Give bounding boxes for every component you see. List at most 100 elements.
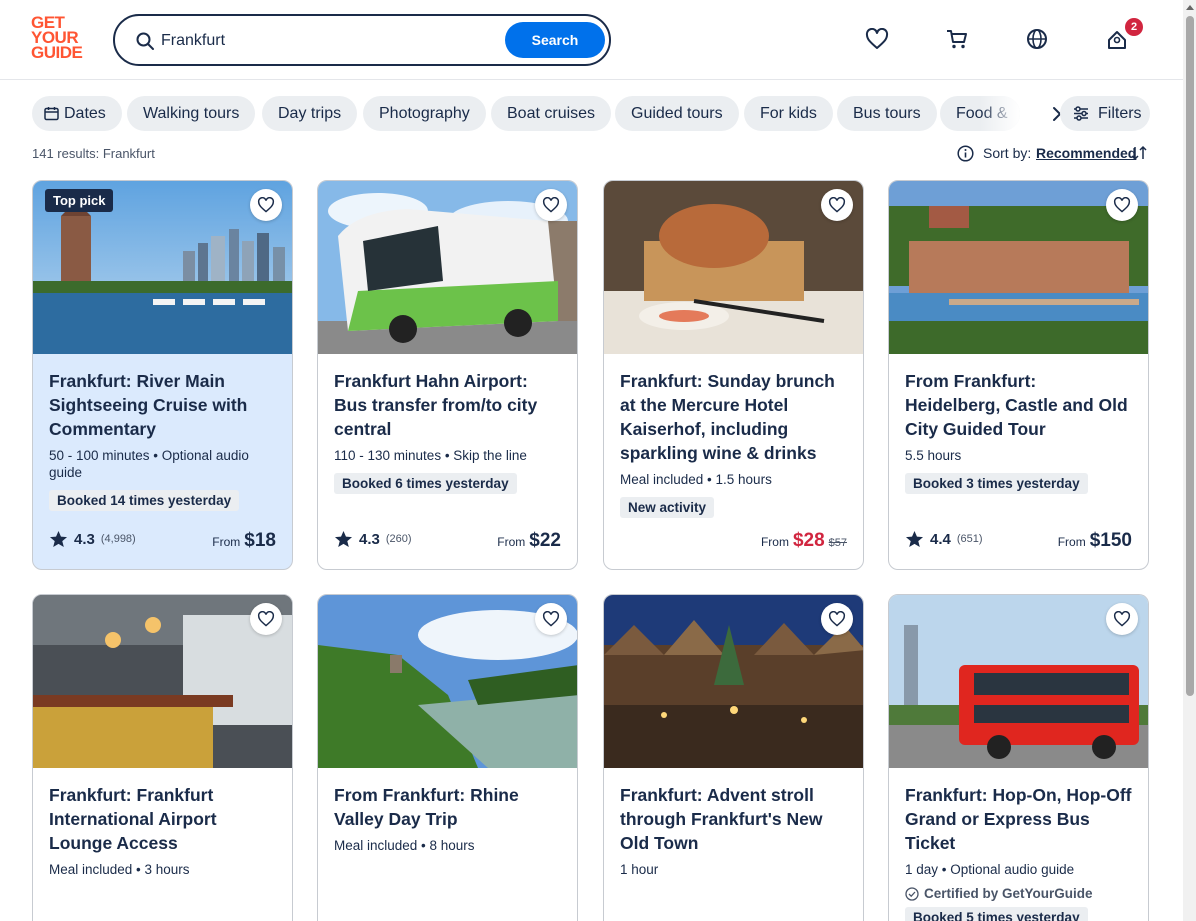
booked-tag: Booked 6 times yesterday <box>334 473 517 494</box>
card-title[interactable]: Frankfurt: Sunday brunch at the Mercure … <box>620 369 847 465</box>
rating-value: 4.3 <box>359 530 380 548</box>
scroll-thumb[interactable] <box>1186 16 1194 696</box>
calendar-icon <box>44 107 59 121</box>
price-from: From <box>1057 535 1086 549</box>
search-button[interactable]: Search <box>505 22 605 58</box>
card-meta: 1 day • Optional audio guide <box>905 862 1075 877</box>
chip-dates-label: Dates <box>64 105 106 122</box>
chip-food[interactable]: Food & <box>940 96 1020 131</box>
card-footer: From $28 $57 <box>620 530 847 552</box>
sort-dropdown[interactable]: Recommended <box>1036 145 1136 161</box>
activity-card[interactable]: Frankfurt: Sunday brunch at the Mercure … <box>603 180 864 570</box>
globe-icon[interactable] <box>1024 26 1050 52</box>
activity-card[interactable]: Frankfurt: Advent stroll through Frankfu… <box>603 594 864 921</box>
card-title[interactable]: Frankfurt: Advent stroll through Frankfu… <box>620 783 847 855</box>
card-footer: 4.3 (4,998) From $18 <box>49 530 276 552</box>
price: From $28 $57 <box>761 530 847 552</box>
chip-guided-tours[interactable]: Guided tours <box>615 96 739 131</box>
price: From $22 <box>497 530 561 552</box>
rating-value: 4.3 <box>74 530 95 548</box>
card-image-christmas-market <box>604 595 863 768</box>
scrollbar[interactable] <box>1183 0 1196 921</box>
card-meta: Meal included • 8 hours <box>334 838 475 853</box>
activity-card[interactable]: Frankfurt: Frankfurt International Airpo… <box>32 594 293 921</box>
card-footer: 4.3 (260) From $22 <box>334 530 561 552</box>
booked-tag: Booked 14 times yesterday <box>49 490 240 511</box>
favorite-heart-icon[interactable] <box>821 189 853 221</box>
wishlist-heart-icon[interactable] <box>864 26 890 52</box>
chip-day-trips[interactable]: Day trips <box>262 96 358 131</box>
review-count: (260) <box>385 533 412 545</box>
rating: 4.3 (260) <box>334 530 412 548</box>
original-price: $57 <box>828 537 847 549</box>
sort-arrows-icon[interactable] <box>1130 144 1148 162</box>
sort-control: Sort by: Recommended <box>957 144 1152 164</box>
favorite-heart-icon[interactable] <box>1106 603 1138 635</box>
logo-line-3: GUIDE <box>31 43 83 62</box>
price-from: From <box>212 535 241 549</box>
chip-bus-tours[interactable]: Bus tours <box>837 96 937 131</box>
rating: 4.4 (651) <box>905 530 983 548</box>
card-title[interactable]: Frankfurt: Hop-On, Hop-Off Grand or Expr… <box>905 783 1132 855</box>
chip-for-kids[interactable]: For kids <box>744 96 833 131</box>
logo[interactable]: GET YOUR GUIDE <box>31 14 91 65</box>
new-activity-tag: New activity <box>620 497 715 518</box>
price-value: $22 <box>529 530 561 551</box>
favorite-heart-icon[interactable] <box>250 189 282 221</box>
card-meta: Meal included • 1.5 hours <box>620 472 772 487</box>
sort-label: Sort by: <box>983 145 1032 161</box>
activity-card[interactable]: Frankfurt Hahn Airport: Bus transfer fro… <box>317 180 578 570</box>
price-from: From <box>760 535 789 549</box>
card-meta: 50 - 100 minutes • Optional audio guide <box>49 448 249 480</box>
card-title[interactable]: Frankfurt Hahn Airport: Bus transfer fro… <box>334 369 561 441</box>
price-value: $150 <box>1089 530 1132 551</box>
card-title[interactable]: Frankfurt: Frankfurt International Airpo… <box>49 783 276 855</box>
results-count: 141 results: Frankfurt <box>32 146 155 161</box>
card-image-lounge <box>33 595 292 768</box>
activity-card[interactable]: From Frankfurt: Rhine Valley Day Trip Me… <box>317 594 578 921</box>
favorite-heart-icon[interactable] <box>535 603 567 635</box>
certified-text: Certified by GetYourGuide <box>924 886 1093 901</box>
sliders-icon <box>1074 106 1088 121</box>
card-footer: 4.4 (651) From $150 <box>905 530 1132 552</box>
chip-walking-tours[interactable]: Walking tours <box>127 96 256 131</box>
review-count: (651) <box>956 533 983 545</box>
favorite-heart-icon[interactable] <box>821 603 853 635</box>
filter-chips: Dates Walking tours Day trips Photograph… <box>32 96 1152 132</box>
chip-photography[interactable]: Photography <box>363 96 486 131</box>
page: GET YOUR GUIDE Search 2 <box>0 0 1196 921</box>
card-image-bus <box>318 181 577 354</box>
star-icon <box>49 530 68 548</box>
scroll-up-arrow-icon[interactable] <box>1186 5 1194 10</box>
certified-check-icon <box>905 886 919 901</box>
header: GET YOUR GUIDE Search 2 <box>0 0 1183 80</box>
search-input[interactable] <box>161 29 491 53</box>
info-icon[interactable] <box>957 145 974 162</box>
chip-dates[interactable]: Dates <box>32 96 122 131</box>
chip-boat-cruises[interactable]: Boat cruises <box>491 96 612 131</box>
card-title[interactable]: Frankfurt: River Main Sightseeing Cruise… <box>49 369 276 441</box>
filters-button[interactable]: Filters <box>1060 96 1150 131</box>
activity-card[interactable]: Frankfurt: Hop-On, Hop-Off Grand or Expr… <box>888 594 1149 921</box>
filters-label: Filters <box>1098 105 1142 122</box>
search-icon <box>136 32 154 50</box>
price-value: $18 <box>244 530 276 551</box>
certified-label: Certified by GetYourGuide <box>905 886 1132 901</box>
card-title[interactable]: From Frankfurt: Heidelberg, Castle and O… <box>905 369 1132 441</box>
card-meta: 110 - 130 minutes • Skip the line <box>334 448 527 463</box>
favorite-heart-icon[interactable] <box>250 603 282 635</box>
activity-card[interactable]: Top pick Frankfurt: River Main Sightseei… <box>32 180 293 570</box>
favorite-heart-icon[interactable] <box>1106 189 1138 221</box>
card-image-rhine-valley <box>318 595 577 768</box>
booked-tag: Booked 3 times yesterday <box>905 473 1088 494</box>
review-count: (4,998) <box>100 533 136 545</box>
price: From $18 <box>212 530 276 552</box>
cart-icon[interactable] <box>944 26 970 52</box>
sale-price: $28 <box>792 530 825 551</box>
favorite-heart-icon[interactable] <box>535 189 567 221</box>
price-from: From <box>497 535 526 549</box>
star-icon <box>905 530 924 548</box>
activity-card[interactable]: From Frankfurt: Heidelberg, Castle and O… <box>888 180 1149 570</box>
booked-tag: Booked 5 times yesterday <box>905 907 1088 921</box>
card-title[interactable]: From Frankfurt: Rhine Valley Day Trip <box>334 783 561 831</box>
